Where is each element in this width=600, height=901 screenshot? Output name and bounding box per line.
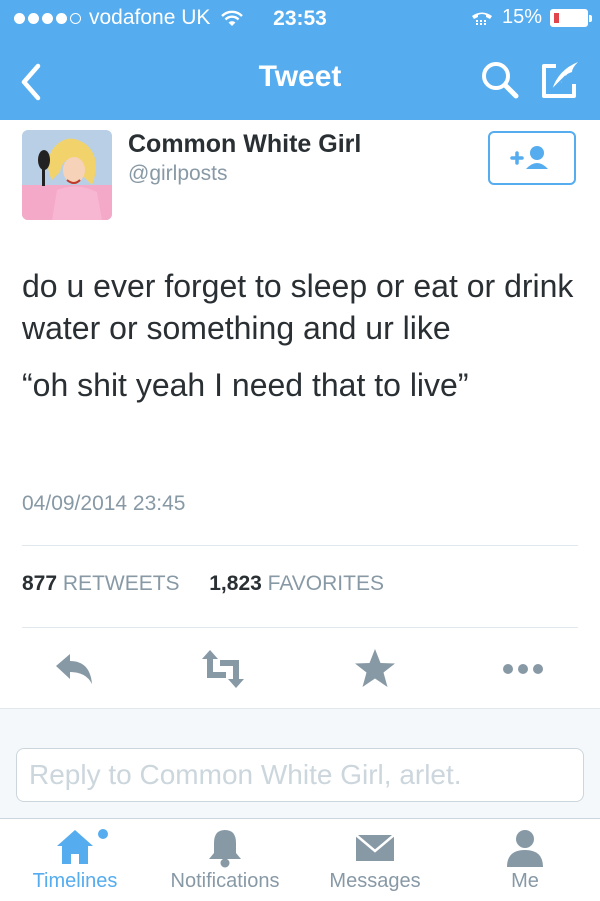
battery-percent: 15% <box>501 6 542 28</box>
nav-bar: Tweet <box>0 40 600 120</box>
phone-lock-icon <box>471 12 492 25</box>
favorites-count[interactable]: 1,823 <box>209 572 262 595</box>
reply-input[interactable] <box>16 748 584 802</box>
more-options-icon[interactable] <box>500 646 546 692</box>
status-bar: vodafone UK 23:53 15% <box>0 0 600 40</box>
tweet-text: do u ever forget to sleep or eat or drin… <box>22 265 582 406</box>
tab-timelines[interactable]: Timelines <box>0 819 150 901</box>
envelope-icon <box>355 834 395 861</box>
author-handle[interactable]: @girlposts <box>128 162 228 186</box>
divider <box>22 545 578 546</box>
divider <box>22 627 578 628</box>
engagement-counts: 877 RETWEETS 1,823 FAVORITES <box>22 572 384 596</box>
favorites-label[interactable]: FAVORITES <box>268 572 384 595</box>
tab-label: Me <box>511 870 539 892</box>
signal-strength-icon <box>14 12 81 24</box>
compose-icon[interactable] <box>538 58 582 102</box>
avatar-image <box>22 130 112 220</box>
follow-button[interactable] <box>488 131 576 185</box>
retweet-icon[interactable] <box>200 646 246 692</box>
search-icon[interactable] <box>480 60 520 100</box>
tab-label: Messages <box>329 870 421 892</box>
tab-label: Timelines <box>32 870 118 892</box>
reply-icon[interactable] <box>52 646 98 692</box>
retweets-count[interactable]: 877 <box>22 572 57 595</box>
avatar[interactable] <box>22 130 112 220</box>
unread-dot <box>98 829 108 839</box>
retweets-label[interactable]: RETWEETS <box>63 572 180 595</box>
follow-user-icon <box>510 146 548 169</box>
tab-me[interactable]: Me <box>450 819 600 901</box>
battery-icon <box>550 8 592 27</box>
tweet-text-main: do u ever forget to sleep or eat or drin… <box>22 268 574 346</box>
tab-messages[interactable]: Messages <box>300 819 450 901</box>
tweet-timestamp: 04/09/2014 23:45 <box>22 492 186 515</box>
tweet-text-quote: “oh shit yeah I need that to live” <box>22 367 469 403</box>
tab-bar: Timelines Notifications Messages Me <box>0 818 600 901</box>
bell-icon <box>209 830 241 868</box>
tab-notifications[interactable]: Notifications <box>150 819 300 901</box>
tab-label: Notifications <box>170 870 280 892</box>
header: vodafone UK 23:53 15% Tweet <box>0 0 600 120</box>
author-name[interactable]: Common White Girl <box>128 130 361 159</box>
carrier-name: vodafone UK <box>89 6 211 29</box>
home-icon <box>57 830 93 864</box>
wifi-icon <box>221 10 244 26</box>
favorite-star-icon[interactable] <box>352 646 398 692</box>
person-icon <box>507 830 543 867</box>
